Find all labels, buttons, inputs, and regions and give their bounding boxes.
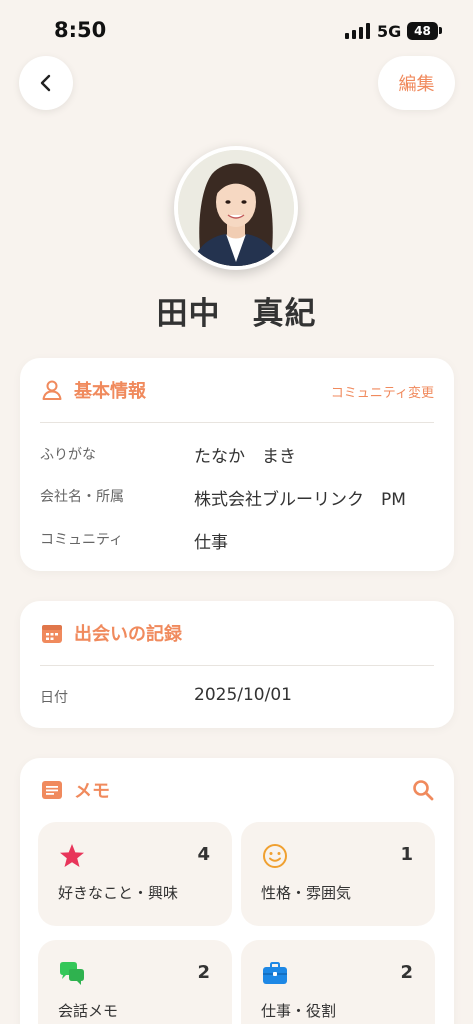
memo-tile-count: 1 — [400, 844, 413, 865]
chat-bubbles-icon — [60, 962, 84, 985]
memo-tile-label: 性格・雰囲気 — [261, 884, 352, 902]
community-label: コミュニティ — [40, 532, 124, 548]
memo-tile-interests[interactable]: 4 好きなこと・興味 — [38, 822, 232, 926]
date-value: 2025/10/01 — [194, 685, 292, 705]
basic-info-card: 基本情報 コミュニティ変更 ふりがな たなか まき 会社名・所属 株式会社ブルー… — [20, 358, 454, 571]
basic-info-header: 基本情報 コミュニティ変更 — [40, 358, 434, 422]
status-bar: 8:50 5G 48 — [0, 0, 473, 56]
battery-icon: 48 — [407, 22, 438, 40]
company-label: 会社名・所属 — [40, 489, 124, 505]
avatar — [174, 146, 298, 270]
memo-tile-personality[interactable]: 1 性格・雰囲気 — [241, 822, 435, 926]
memo-tile-label: 仕事・役割 — [261, 1002, 337, 1020]
profile-name: 田中 真紀 — [156, 296, 317, 332]
basic-info-title: 基本情報 — [74, 381, 146, 402]
network-type: 5G — [377, 22, 402, 41]
furigana-label: ふりがな — [40, 447, 96, 463]
memo-title: メモ — [74, 781, 110, 802]
memo-tile-work[interactable]: 2 仕事・役割 — [241, 940, 435, 1024]
edit-button[interactable]: 編集 — [378, 56, 455, 110]
meeting-record-header: 出会いの記録 — [40, 601, 434, 665]
community-value: 仕事 — [194, 533, 228, 553]
memo-icon — [42, 781, 62, 799]
briefcase-icon — [263, 962, 287, 984]
company-value: 株式会社ブルーリンク PM — [194, 490, 406, 510]
memo-tile-count: 2 — [400, 962, 413, 983]
memo-tile-count: 4 — [197, 844, 210, 865]
star-icon — [60, 844, 84, 867]
memo-tile-label: 好きなこと・興味 — [58, 884, 179, 902]
calendar-icon — [42, 625, 62, 643]
divider — [40, 665, 434, 666]
chevron-left-icon — [40, 74, 51, 92]
memo-tile-conversation[interactable]: 2 会話メモ — [38, 940, 232, 1024]
divider — [40, 422, 434, 423]
memo-card: メモ 4 好きなこと・興味 1 性格・雰囲気 2 会話メモ 2 仕事・役割 — [20, 758, 454, 1024]
community-change-link[interactable]: コミュニティ変更 — [331, 382, 434, 401]
back-button[interactable] — [19, 56, 73, 110]
smiley-icon — [263, 844, 287, 868]
contact-detail-screen: 8:50 5G 48 編集 田中 真紀 基本情報 コミュニティ変更 ふりがな た… — [0, 0, 473, 1024]
search-icon[interactable] — [412, 779, 434, 801]
avatar-portrait — [178, 150, 294, 266]
battery-cap — [439, 27, 442, 34]
furigana-value: たなか まき — [194, 447, 296, 467]
signal-icon — [345, 23, 370, 39]
person-icon — [42, 380, 62, 400]
memo-tile-label: 会話メモ — [58, 1002, 119, 1020]
memo-header: メモ — [40, 758, 434, 822]
memo-tile-count: 2 — [197, 962, 210, 983]
date-label: 日付 — [40, 690, 68, 706]
meeting-record-card: 出会いの記録 日付 2025/10/01 — [20, 601, 454, 728]
status-time: 8:50 — [54, 18, 107, 42]
meeting-record-title: 出会いの記録 — [74, 624, 182, 645]
